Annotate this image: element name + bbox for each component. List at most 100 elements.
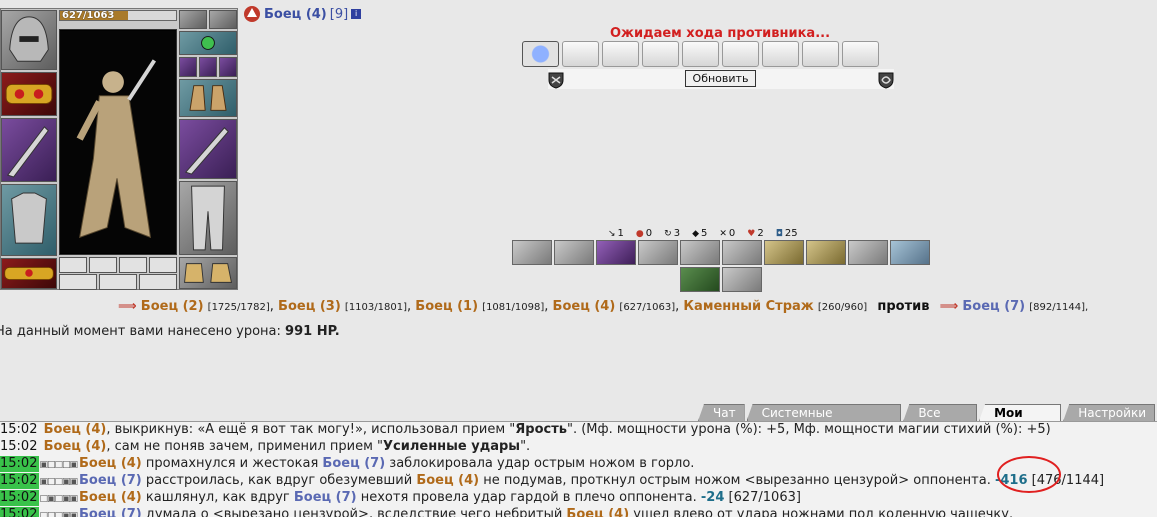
ring-slot-3[interactable] <box>179 57 197 77</box>
amulet-icon <box>201 36 215 50</box>
skill-6[interactable] <box>722 240 762 265</box>
scroll-slot-7[interactable] <box>762 41 799 67</box>
stat-blood-value: 0 <box>645 228 653 239</box>
rune-slot-1[interactable] <box>59 257 87 273</box>
log-text: кашлянул, как вдруг <box>141 490 294 505</box>
player-name[interactable]: Боец (4) <box>264 7 327 22</box>
log-text: расстроилась, как вдруг обезумевший <box>141 473 417 488</box>
earring-slot-1[interactable] <box>179 10 207 29</box>
info-icon[interactable]: i <box>351 9 362 19</box>
sep: , <box>269 299 274 314</box>
skill-8[interactable] <box>806 240 846 265</box>
skill-10[interactable] <box>890 240 930 265</box>
log-fighter-name[interactable]: Боец (4) <box>416 473 479 488</box>
log-text: , выкрикнув: «А ещё я вот так могу!», ис… <box>106 422 516 437</box>
ring-slot-5[interactable] <box>219 57 237 77</box>
log-fighter-name[interactable]: Боец (4) <box>79 456 142 471</box>
rune-slot-5[interactable] <box>59 274 97 290</box>
skill-3[interactable] <box>596 240 636 265</box>
refresh-button[interactable]: Обновить <box>685 70 756 87</box>
log-text: думала о <вырезано цензурой>, вследствие… <box>141 507 567 517</box>
scroll-slot-9[interactable] <box>842 41 879 67</box>
stat-cross-value: 0 <box>728 228 736 239</box>
right-weapon-slot[interactable] <box>179 119 237 179</box>
rune-slot-3[interactable] <box>119 257 147 273</box>
scroll-slot-5[interactable] <box>682 41 719 67</box>
helmet-icon <box>9 16 49 62</box>
tab-4[interactable]: Мои логи <box>979 404 1062 421</box>
rune-slot-4[interactable] <box>149 257 177 273</box>
team-a-fighter-2[interactable]: Боец (3) <box>278 299 341 314</box>
scroll-slot-1[interactable] <box>522 41 559 67</box>
tab-3[interactable]: Все логи <box>903 404 978 421</box>
log-fighter-name[interactable]: Боец (7) <box>294 490 357 505</box>
log-tabs: ЧатСистемные сообщенияВсе логиМои логиНа… <box>698 404 1157 421</box>
skill-2[interactable] <box>554 240 594 265</box>
bracelet-slot[interactable] <box>1 72 57 116</box>
skill-9[interactable] <box>848 240 888 265</box>
block-icon: ◆ <box>692 228 699 239</box>
team-a-fighter-4[interactable]: Боец (4) <box>553 299 616 314</box>
cross-swords-icon: ✕ <box>719 228 727 239</box>
armor-icon <box>11 192 47 244</box>
gloves-slot[interactable] <box>179 79 237 117</box>
team-a-fighter-5[interactable]: Каменный Страж <box>683 299 813 314</box>
log-text: , сам не поняв зачем, применил прием " <box>106 439 384 454</box>
boots-slot[interactable] <box>179 257 237 289</box>
skill-12[interactable] <box>722 267 762 292</box>
earring-slot-2[interactable] <box>209 10 237 29</box>
log-fighter-name[interactable]: Боец (7) <box>322 456 385 471</box>
belt-slot[interactable] <box>1 258 57 289</box>
armor-slot[interactable] <box>1 184 57 256</box>
log-fighter-name[interactable]: Боец (7) <box>79 507 142 517</box>
right-shield-icon <box>878 72 894 89</box>
amulet-slot[interactable] <box>179 31 237 55</box>
skill-grid <box>512 240 936 294</box>
team-a-fighter-5-hp: [260/960] <box>817 302 868 313</box>
hit-markers: □▣□▣▣ <box>39 494 78 504</box>
tab-2[interactable]: Системные сообщения <box>746 404 902 421</box>
log-fighter-name[interactable]: Боец (4) <box>44 422 107 437</box>
team-a-fighter-3[interactable]: Боец (1) <box>415 299 478 314</box>
log-fighter-name[interactable]: Боец (4) <box>44 439 107 454</box>
log-fighter-name[interactable]: Боец (7) <box>79 473 142 488</box>
skill-11[interactable] <box>680 267 720 292</box>
scroll-slot-4[interactable] <box>642 41 679 67</box>
tab-1[interactable]: Чат <box>698 404 745 421</box>
log-text: ". <box>520 439 531 454</box>
team-b-fighter-1[interactable]: Боец (7) <box>962 299 1025 314</box>
left-weapon-slot[interactable] <box>1 118 57 182</box>
scroll-slot-2[interactable] <box>562 41 599 67</box>
helmet-slot[interactable] <box>1 10 57 70</box>
log-fighter-name[interactable]: Боец (4) <box>566 507 629 517</box>
scroll-slot-6[interactable] <box>722 41 759 67</box>
skill-5[interactable] <box>680 240 720 265</box>
ring-slot-4[interactable] <box>199 57 217 77</box>
log-timestamp: 15:02 <box>0 490 40 506</box>
player-header: Боец (4) [9] i <box>243 5 362 23</box>
log-skill-name: Усиленные удары <box>383 439 521 454</box>
team-a-fighter-1[interactable]: Боец (2) <box>141 299 204 314</box>
rune-slot-2[interactable] <box>89 257 117 273</box>
log-text: [627/1063] <box>724 490 801 505</box>
sep: , <box>544 299 549 314</box>
skill-4[interactable] <box>638 240 678 265</box>
team-a-fighter-4-hp: [627/1063] <box>619 302 676 313</box>
rune-slot-7[interactable] <box>139 274 177 290</box>
skill-1[interactable] <box>512 240 552 265</box>
stat-blood: ● 0 <box>636 228 652 239</box>
rune-slot-6[interactable] <box>99 274 137 290</box>
skill-7[interactable] <box>764 240 804 265</box>
scroll-slot-3[interactable] <box>602 41 639 67</box>
versus-label: против <box>877 299 930 314</box>
log-timestamp: 15:02 <box>0 456 40 472</box>
hp-text: 627/1063 <box>62 10 115 21</box>
scroll-slot-8[interactable] <box>802 41 839 67</box>
pants-slot[interactable] <box>179 181 237 255</box>
stat-shield-value: 25 <box>784 228 798 239</box>
log-timestamp: 15:02 <box>0 473 40 489</box>
heart-icon: ♥ <box>747 228 756 239</box>
tab-5[interactable]: Настройки <box>1063 404 1155 421</box>
log-timestamp: 15:02 <box>0 439 38 454</box>
log-fighter-name[interactable]: Боец (4) <box>79 490 142 505</box>
